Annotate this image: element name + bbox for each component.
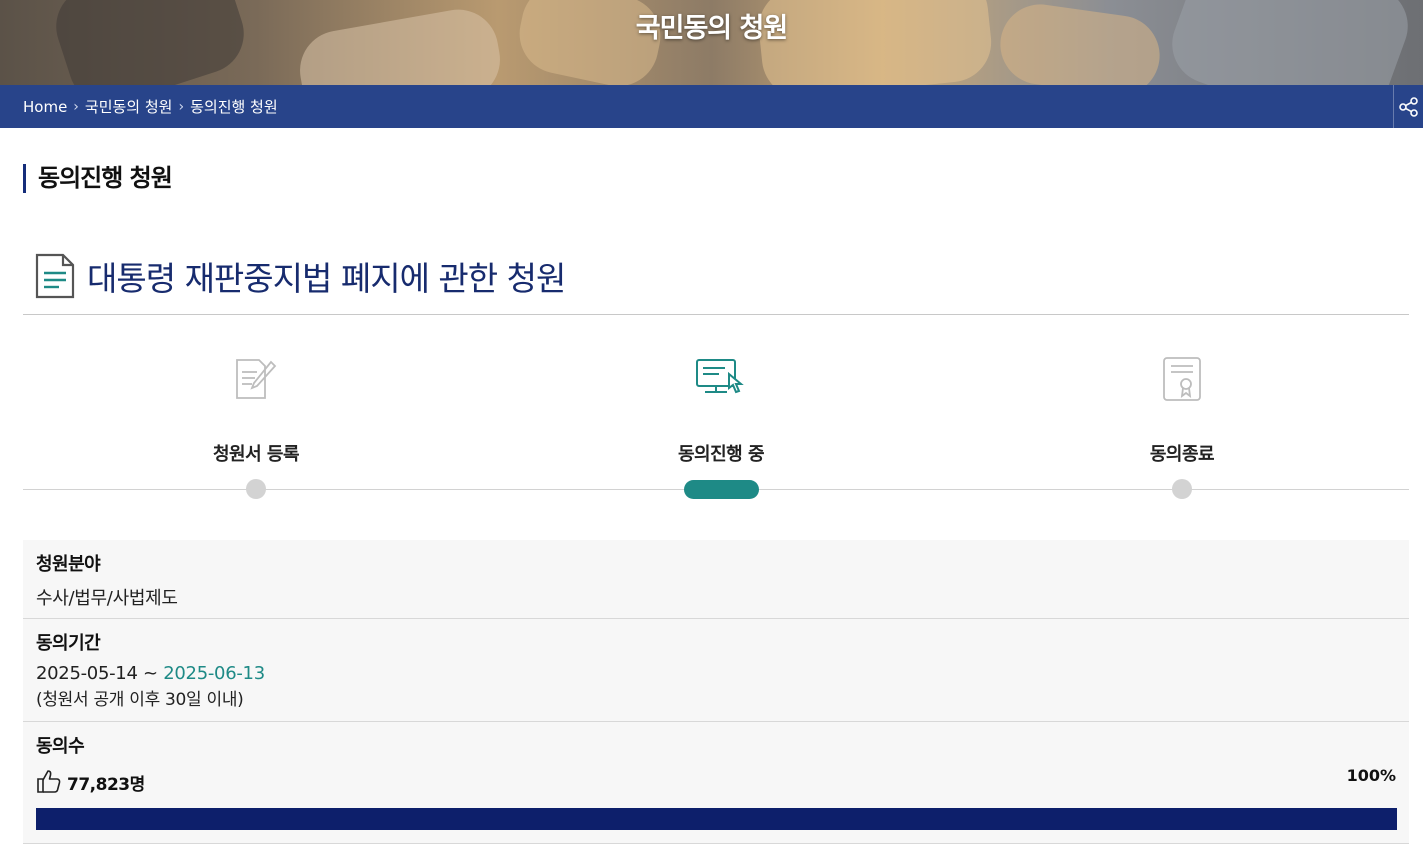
step-dot xyxy=(246,479,266,499)
step-label: 청원서 등록 xyxy=(212,444,300,465)
period-label: 동의기간 xyxy=(36,633,101,654)
step-register: 청원서 등록 xyxy=(156,340,356,499)
breadcrumb-bar: Home › 국민동의 청원 › 동의진행 청원 xyxy=(0,85,1423,128)
count-label: 동의수 xyxy=(36,736,85,757)
step-closed: 동의종료 xyxy=(1082,340,1282,499)
petition-info: 청원분야 수사/법무/사법제도 동의기간 2025-05-14 ~ 2025-0… xyxy=(23,540,1409,844)
period-note: (청원서 공개 이후 30일 이내) xyxy=(36,690,244,710)
agree-count: 77,823명 xyxy=(67,775,145,795)
thumbs-up-icon xyxy=(37,770,61,793)
breadcrumb-home[interactable]: Home xyxy=(23,98,67,116)
info-row-field: 청원분야 수사/법무/사법제도 xyxy=(23,540,1409,619)
share-button[interactable] xyxy=(1393,85,1423,128)
step-label: 동의종료 xyxy=(1149,444,1215,465)
progress-steps: 청원서 등록 동의진행 중 동의종료 xyxy=(23,340,1409,510)
field-value: 수사/법무/사법제도 xyxy=(36,588,178,609)
info-row-period: 동의기간 2025-05-14 ~ 2025-06-13 (청원서 공개 이후 … xyxy=(23,619,1409,722)
pencil-document-icon xyxy=(236,359,277,399)
breadcrumb: Home › 국민동의 청원 › 동의진행 청원 xyxy=(23,96,278,117)
step-active-indicator xyxy=(684,480,759,499)
certificate-icon xyxy=(1163,357,1201,401)
info-row-count: 동의수 77,823명 100% xyxy=(23,722,1409,844)
step-dot xyxy=(1172,479,1192,499)
period-start: 2025-05-14 xyxy=(36,663,138,684)
monitor-click-icon xyxy=(696,359,744,394)
hero-banner: 국민동의 청원 xyxy=(0,0,1423,85)
document-icon xyxy=(35,253,75,299)
period-separator: ~ xyxy=(137,663,164,684)
section-title: 동의진행 청원 xyxy=(23,164,173,193)
period-value: 2025-05-14 ~ 2025-06-13 xyxy=(36,663,1396,684)
field-label: 청원분야 xyxy=(36,554,101,575)
period-end: 2025-06-13 xyxy=(163,663,265,684)
breadcrumb-petitions[interactable]: 국민동의 청원 xyxy=(85,96,173,117)
agree-percent: 100% xyxy=(1346,766,1396,785)
agree-progress-bar xyxy=(36,808,1397,830)
page-header-title: 국민동의 청원 xyxy=(635,13,788,44)
petition-header: 대통령 재판중지법 폐지에 관한 청원 xyxy=(23,238,1409,315)
chevron-right-icon: › xyxy=(73,98,79,115)
share-icon xyxy=(1398,96,1418,117)
step-in-progress: 동의진행 중 xyxy=(621,340,821,499)
petition-title: 대통령 재판중지법 폐지에 관한 청원 xyxy=(87,259,566,298)
breadcrumb-current[interactable]: 동의진행 청원 xyxy=(190,96,278,117)
chevron-right-icon: › xyxy=(178,98,185,115)
agree-progress-fill xyxy=(36,808,1397,830)
step-label: 동의진행 중 xyxy=(677,444,765,465)
